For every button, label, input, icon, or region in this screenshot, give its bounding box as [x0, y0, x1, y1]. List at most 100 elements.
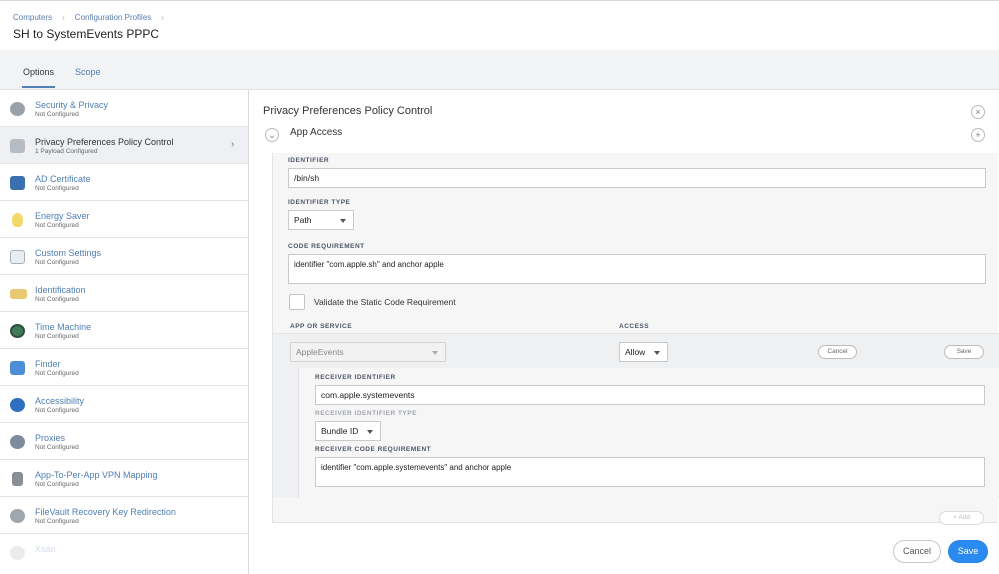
chevron-right-icon: › — [231, 139, 235, 150]
sidebar-item-status: Not Configured — [35, 518, 79, 525]
receiver-code-requirement-label: RECEIVER CODE REQUIREMENT — [315, 446, 432, 453]
tabs-bar: Options Scope — [0, 50, 999, 90]
receiver-section: RECEIVER IDENTIFIER com.apple.systemeven… — [298, 368, 999, 498]
sidebar-item-label: Energy Saver — [35, 211, 90, 221]
sidebar-item-identification[interactable]: Identification Not Configured — [0, 275, 248, 312]
accessibility-icon — [10, 398, 25, 412]
sidebar-item-label: Xsan — [35, 544, 56, 554]
tab-scope[interactable]: Scope — [75, 67, 101, 77]
sidebar-item-filevault[interactable]: FileVault Recovery Key Redirection Not C… — [0, 497, 248, 534]
globe-icon — [10, 435, 25, 449]
main-content: Privacy Preferences Policy Control × ⌄ A… — [249, 90, 999, 574]
app-access-panel: IDENTIFIER /bin/sh IDENTIFIER TYPE Path … — [272, 153, 999, 525]
dropdown-caret-icon — [432, 351, 438, 355]
sidebar-item-security-privacy[interactable]: Security & Privacy Not Configured — [0, 90, 248, 127]
identifier-type-value: Path — [294, 215, 312, 225]
sidebar-item-label: Custom Settings — [35, 248, 102, 258]
finder-icon — [10, 361, 25, 375]
lightbulb-icon — [12, 213, 23, 227]
receiver-identifier-type-value: Bundle ID — [321, 426, 359, 436]
shield-lock-icon — [10, 102, 25, 116]
sidebar-item-label: Security & Privacy — [35, 100, 109, 110]
code-requirement-label: CODE REQUIREMENT — [288, 243, 365, 250]
sidebar-item-label: App-To-Per-App VPN Mapping — [35, 470, 158, 480]
sidebar-item-xsan[interactable]: Xsan — [0, 534, 248, 571]
dropdown-caret-icon — [367, 430, 373, 434]
xsan-icon — [10, 546, 25, 560]
sidebar-item-ad-certificate[interactable]: AD Certificate Not Configured — [0, 164, 248, 201]
section-title: Privacy Preferences Policy Control — [263, 105, 433, 117]
save-button[interactable]: Save — [948, 540, 988, 563]
receiver-code-requirement-textarea[interactable]: identifier "com.apple.systemevents" and … — [315, 457, 985, 487]
sidebar-item-label: Privacy Preferences Policy Control — [35, 137, 174, 147]
sidebar-item-label: Identification — [35, 285, 86, 295]
page-title: SH to SystemEvents PPPC — [13, 27, 160, 41]
id-card-icon — [10, 289, 27, 299]
sidebar-item-pppc[interactable]: Privacy Preferences Policy Control 1 Pay… — [0, 127, 248, 164]
cancel-button[interactable]: Cancel — [893, 540, 941, 563]
breadcrumb-separator-icon: › — [62, 13, 65, 22]
sidebar-item-status: Not Configured — [35, 111, 79, 118]
sidebar-item-label: Accessibility — [35, 396, 85, 406]
active-tab-indicator — [22, 86, 55, 88]
breadcrumb-configuration-profiles[interactable]: Configuration Profiles — [75, 13, 151, 22]
time-machine-icon — [10, 324, 25, 338]
receiver-identifier-label: RECEIVER IDENTIFIER — [315, 374, 396, 381]
receiver-identifier-type-select[interactable]: Bundle ID — [315, 421, 381, 441]
privacy-shield-icon — [10, 139, 25, 153]
sidebar-item-status: Not Configured — [35, 259, 79, 266]
sidebar-item-label: AD Certificate — [35, 174, 91, 184]
sidebar-item-accessibility[interactable]: Accessibility Not Configured — [0, 386, 248, 423]
validate-checkbox[interactable] — [289, 294, 305, 310]
page-header: Computers › Configuration Profiles › SH … — [0, 0, 999, 50]
sidebar-item-label: Time Machine — [35, 322, 92, 332]
receiver-identifier-type-label: RECEIVER IDENTIFIER TYPE — [315, 410, 417, 417]
collapse-chevron-icon[interactable]: ⌄ — [265, 128, 279, 142]
sidebar-item-label: Proxies — [35, 433, 66, 443]
filevault-icon — [10, 509, 25, 523]
close-icon[interactable]: × — [971, 105, 985, 119]
receiver-identifier-input[interactable]: com.apple.systemevents — [315, 385, 985, 405]
access-label: ACCESS — [619, 323, 650, 330]
access-value: Allow — [625, 347, 646, 357]
app-or-service-value: AppleEvents — [296, 347, 344, 357]
breadcrumb-computers[interactable]: Computers — [13, 13, 52, 22]
sidebar-item-status: 1 Payload Configured — [35, 148, 98, 155]
breadcrumb: Computers › Configuration Profiles › — [13, 13, 174, 22]
identifier-input[interactable]: /bin/sh — [288, 168, 986, 188]
lock-icon — [12, 472, 23, 486]
dropdown-caret-icon — [654, 351, 660, 355]
sidebar-item-status: Not Configured — [35, 407, 79, 414]
row-cancel-button[interactable]: Cancel — [818, 345, 857, 359]
sidebar-item-vpn-mapping[interactable]: App-To-Per-App VPN Mapping Not Configure… — [0, 460, 248, 497]
identifier-label: IDENTIFIER — [288, 157, 330, 164]
code-requirement-textarea[interactable]: identifier "com.apple.sh" and anchor app… — [288, 254, 986, 284]
identifier-type-label: IDENTIFIER TYPE — [288, 199, 351, 206]
app-or-service-label: APP OR SERVICE — [290, 323, 353, 330]
dropdown-caret-icon — [340, 219, 346, 223]
payload-sidebar: Security & Privacy Not Configured Privac… — [0, 90, 249, 574]
access-select[interactable]: Allow — [619, 342, 668, 362]
sidebar-item-label: FileVault Recovery Key Redirection — [35, 507, 176, 517]
sidebar-item-proxies[interactable]: Proxies Not Configured — [0, 423, 248, 460]
validate-checkbox-label: Validate the Static Code Requirement — [314, 297, 456, 307]
sidebar-item-finder[interactable]: Finder Not Configured — [0, 349, 248, 386]
sidebar-item-status: Not Configured — [35, 481, 79, 488]
add-button[interactable]: + Add — [939, 511, 984, 525]
sidebar-item-time-machine[interactable]: Time Machine Not Configured — [0, 312, 248, 349]
sidebar-item-status: Not Configured — [35, 222, 79, 229]
app-or-service-select: AppleEvents — [290, 342, 446, 362]
sidebar-item-status: Not Configured — [35, 444, 79, 451]
identifier-type-select[interactable]: Path — [288, 210, 354, 230]
add-app-access-icon[interactable]: + — [971, 128, 985, 142]
sidebar-item-status: Not Configured — [35, 296, 79, 303]
tab-options[interactable]: Options — [23, 67, 54, 77]
sidebar-item-status: Not Configured — [35, 333, 79, 340]
sidebar-item-energy-saver[interactable]: Energy Saver Not Configured — [0, 201, 248, 238]
row-save-button[interactable]: Save — [944, 345, 984, 359]
app-access-heading: App Access — [290, 127, 343, 138]
breadcrumb-separator-icon: › — [161, 13, 164, 22]
certificate-icon — [10, 176, 25, 190]
sidebar-item-status: Not Configured — [35, 185, 79, 192]
sidebar-item-custom-settings[interactable]: Custom Settings Not Configured — [0, 238, 248, 275]
